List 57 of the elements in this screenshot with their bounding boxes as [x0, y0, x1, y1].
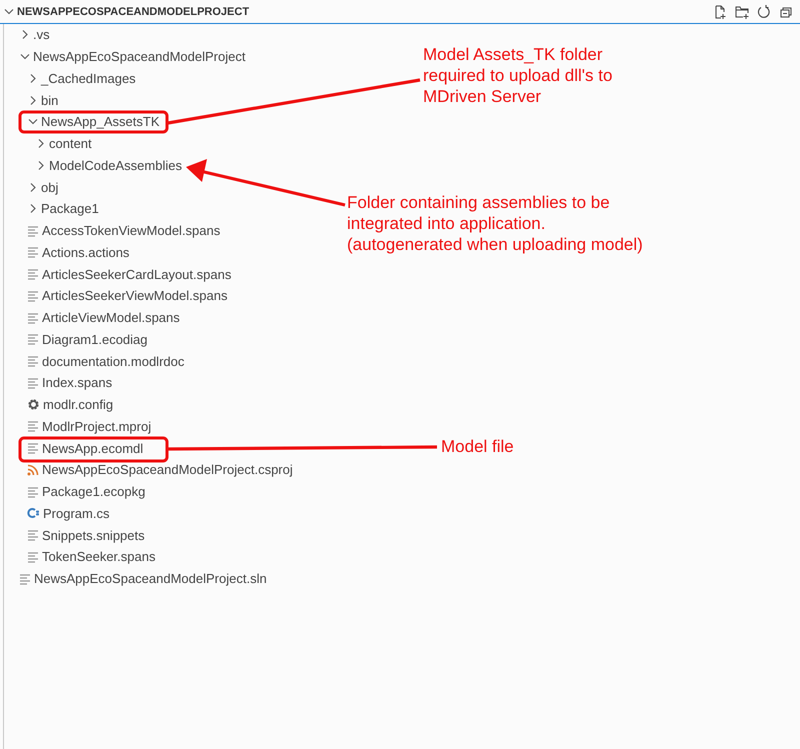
- chevron-right-icon[interactable]: [28, 203, 38, 214]
- chevron-right-icon[interactable]: [36, 138, 46, 150]
- chevron-right-icon[interactable]: [20, 29, 30, 40]
- lines-icon: [27, 486, 39, 498]
- annotation-text: Model Assets_TK folder required to upload dll's to MDriven Server: [423, 44, 612, 107]
- file-item[interactable]: Package1.ecopkg: [42, 484, 146, 500]
- file-item[interactable]: NewsAppEcoSpaceandModelProject.csproj: [42, 462, 293, 478]
- lines-icon: [27, 420, 39, 432]
- file-item[interactable]: modlr.config: [43, 397, 114, 412]
- lines-icon: [27, 246, 39, 258]
- chevron-right-icon[interactable]: [28, 94, 38, 106]
- file-item[interactable]: Snippets.snippets: [42, 528, 145, 543]
- gear-icon: [27, 398, 40, 412]
- lines-icon: [27, 442, 39, 454]
- chevron-right-icon[interactable]: [28, 72, 38, 84]
- file-item[interactable]: NewsAppEcoSpaceandModelProject.sln: [34, 571, 267, 586]
- feed-icon: [27, 464, 39, 476]
- lines-icon: [27, 268, 39, 280]
- lines-icon: [19, 572, 31, 585]
- file-item[interactable]: TokenSeeker.spans: [42, 549, 156, 564]
- annotation-text: Folder containing assemblies to be integrated into application. (autogenerated when uploading model): [347, 192, 643, 255]
- chevron-down-icon[interactable]: [4, 6, 14, 17]
- file-item[interactable]: Actions.actions: [42, 244, 130, 260]
- folder-item[interactable]: ModelCodeAssemblies: [49, 158, 182, 173]
- file-item[interactable]: Diagram1.ecodiag: [42, 332, 148, 347]
- file-item[interactable]: AccessTokenViewModel.spans: [42, 223, 220, 238]
- refresh-icon[interactable]: [756, 4, 772, 20]
- lines-icon: [27, 529, 39, 542]
- lines-icon: [27, 312, 39, 324]
- folder-item[interactable]: bin: [41, 92, 58, 108]
- folder-item[interactable]: Package1: [41, 201, 99, 216]
- file-item[interactable]: Index.spans: [42, 375, 112, 390]
- folder-item[interactable]: NewsAppEcoSpaceandModelProject: [33, 49, 246, 64]
- folder-item[interactable]: content: [49, 136, 92, 152]
- folder-item[interactable]: obj: [41, 180, 58, 195]
- chevron-right-icon[interactable]: [36, 160, 46, 171]
- folder-item[interactable]: NewsApp_AssetsTK: [41, 114, 160, 130]
- annotation-text: Model file: [441, 436, 514, 457]
- folder-item[interactable]: .vs: [33, 27, 50, 42]
- lines-icon: [27, 224, 39, 237]
- csharp-icon: [27, 507, 40, 520]
- lines-icon: [27, 355, 39, 368]
- chevron-right-icon[interactable]: [28, 182, 38, 193]
- lines-icon: [27, 376, 39, 389]
- file-item[interactable]: ArticlesSeekerCardLayout.spans: [42, 266, 232, 282]
- file-item[interactable]: documentation.modlrdoc: [42, 354, 184, 369]
- lines-icon: [27, 550, 39, 563]
- lines-icon: [27, 333, 39, 346]
- lines-icon: [27, 290, 39, 302]
- folder-item[interactable]: _CachedImages: [41, 70, 136, 86]
- file-item[interactable]: NewsApp.ecomdl: [42, 440, 144, 456]
- new-folder-icon[interactable]: [734, 4, 750, 20]
- file-item[interactable]: ArticlesSeekerViewModel.spans: [42, 288, 228, 304]
- file-item[interactable]: ArticleViewModel.spans: [42, 310, 180, 326]
- explorer-title: NEWSAPPECOSPACEANDMODELPROJECT: [17, 6, 250, 18]
- file-item[interactable]: Program.cs: [43, 506, 110, 521]
- file-item[interactable]: ModlrProject.mproj: [42, 418, 152, 434]
